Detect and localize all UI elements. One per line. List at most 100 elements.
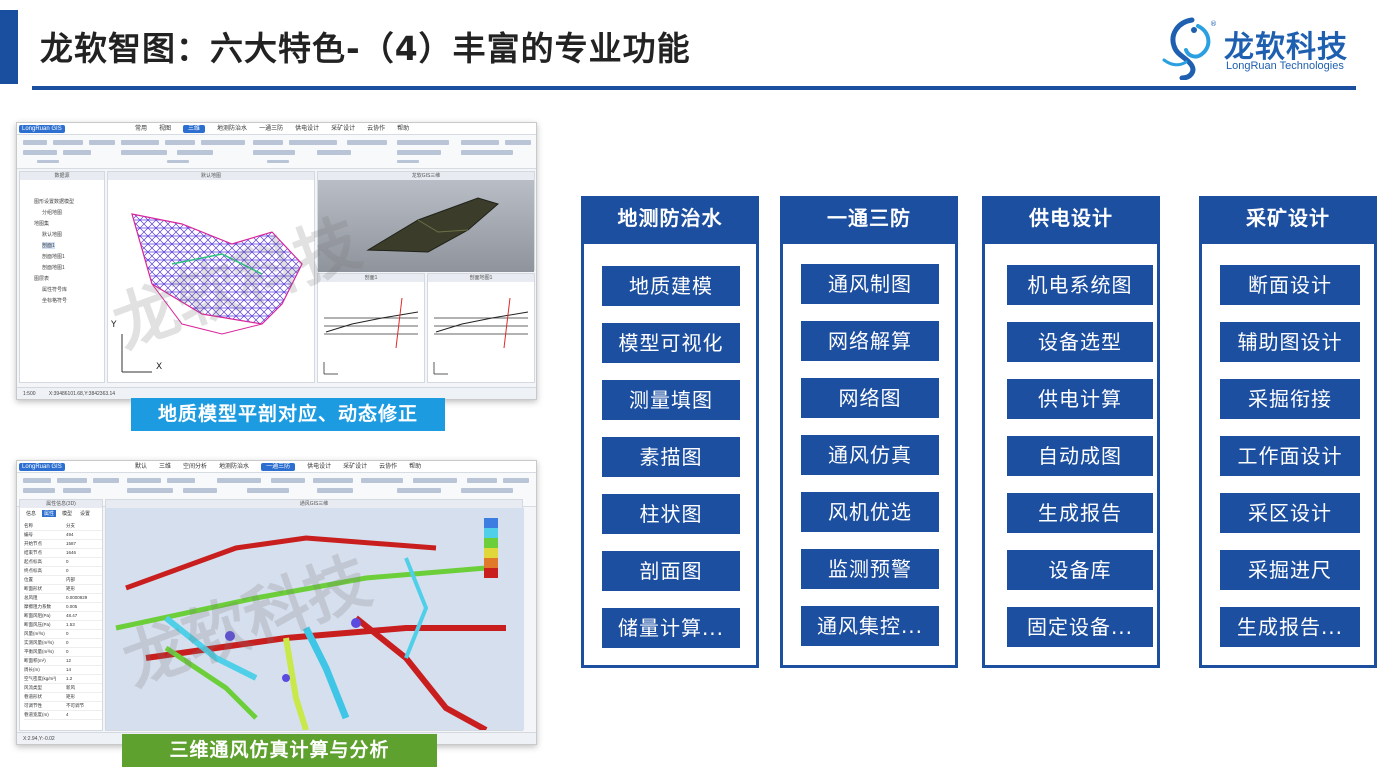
property-row: 巷道形状 矩形 — [24, 693, 102, 702]
property-row: 开始节点 1587 — [24, 540, 102, 549]
property-value[interactable]: 4 — [66, 711, 102, 719]
property-row: 平衡风量(m³/s) 0 — [24, 648, 102, 657]
menu-tab[interactable]: 供电设计 — [295, 125, 319, 133]
panel-title: 默认地图 — [108, 172, 314, 180]
property-value[interactable]: 48.47 — [66, 612, 102, 620]
feature-item: 生成报告... — [1220, 607, 1360, 647]
property-value[interactable]: 1646 — [66, 549, 102, 557]
menu-tab[interactable]: 云协作 — [379, 463, 397, 471]
property-value[interactable]: 1587 — [66, 540, 102, 548]
tree-item[interactable]: 图形设置数据模型 — [34, 198, 74, 205]
property-value[interactable]: 新风 — [66, 684, 102, 692]
tree-item[interactable]: 地图集 — [34, 220, 49, 227]
property-value[interactable]: 0.0000929 — [66, 594, 102, 602]
property-value[interactable]: 0 — [66, 558, 102, 566]
property-value[interactable]: 494 — [66, 531, 102, 539]
axis-y-label: Y — [111, 320, 117, 330]
menu-tab[interactable]: 地测防治水 — [219, 463, 249, 471]
property-tab[interactable]: 模型 — [60, 510, 74, 517]
property-row: 断面形状 矩形 — [24, 585, 102, 594]
property-value[interactable]: 0 — [66, 639, 102, 647]
feature-item: 断面设计 — [1220, 265, 1360, 305]
property-row: 编号 494 — [24, 531, 102, 540]
property-tab[interactable]: 设置 — [78, 510, 92, 517]
property-value[interactable]: 0 — [66, 648, 102, 656]
menu-tab[interactable]: 地测防治水 — [217, 125, 247, 133]
column-title: 一通三防 — [780, 196, 958, 244]
geology-mesh-map — [121, 213, 303, 373]
menu-tab[interactable]: 默认 — [135, 463, 147, 471]
property-row: 空气密度(kg/m³) 1.2 — [24, 675, 102, 684]
property-value[interactable]: 0 — [66, 630, 102, 638]
property-key: 空气密度(kg/m³) — [24, 676, 57, 681]
property-value[interactable]: 1.53 — [66, 621, 102, 629]
feature-item: 通风仿真 — [801, 435, 939, 475]
property-row: 周长(m) 14 — [24, 666, 102, 675]
property-row: 断面风压(Pa) 1.53 — [24, 621, 102, 630]
app-titlebar: LongRuan GIS 默认 三维 空间分析 地测防治水 一通三防 供电设计 采矿设计 云协… — [17, 461, 536, 473]
data-source-panel: 数据源 图形设置数据模型 分组地图 地图集 默认地图 剖面1 剖面地图1 剖面地图1 图层表属… — [19, 171, 105, 383]
menu-tab[interactable]: 三维 — [183, 125, 206, 133]
property-table: 名称 分支 编号 494 开始节点 1587 结束节点 1646 起点标高 0 终点标高 0 位置 内部断… — [24, 522, 102, 720]
tree-item[interactable]: 分组地图 — [42, 209, 62, 216]
property-value[interactable]: 12 — [66, 657, 102, 665]
panel-title: 属性信息(3D) — [20, 500, 102, 508]
section-panel-1: 剖面1 — [317, 273, 425, 383]
menu-tab[interactable]: 帮助 — [409, 463, 421, 471]
feature-item: 柱状图 — [602, 494, 740, 534]
property-value[interactable]: 不可调节 — [66, 702, 102, 710]
tunnel-network-3d — [106, 508, 524, 730]
property-key: 断面形状 — [24, 586, 42, 591]
tree-item[interactable]: 图层表 — [34, 275, 49, 282]
feature-item: 地质建模 — [602, 266, 740, 306]
app-badge: LongRuan GIS — [19, 125, 65, 133]
property-value[interactable]: 14 — [66, 666, 102, 674]
feature-item: 设备选型 — [1007, 322, 1153, 362]
property-tab[interactable]: 属性 — [42, 510, 57, 517]
tree-item[interactable]: 剖面1 — [42, 242, 55, 249]
app-menu: 常用 视图 三维 地测防治水 一通三防 供电设计 采矿设计 云协作 帮助 — [135, 125, 421, 133]
tree-item[interactable]: 剖面地图1 — [42, 264, 65, 271]
property-row: 名称 分支 — [24, 522, 102, 531]
tree-item[interactable]: 属性符号库 — [42, 286, 67, 293]
menu-tab[interactable]: 视图 — [159, 125, 171, 133]
menu-tab[interactable]: 采矿设计 — [343, 463, 367, 471]
property-row: 断面风阻(Pa) 48.47 — [24, 612, 102, 621]
column-title: 采矿设计 — [1199, 196, 1377, 244]
property-value[interactable]: 0 — [66, 567, 102, 575]
column-geology-water: 地测防治水 地质建模 模型可视化 测量填图 素描图 柱状图 剖面图 储量计算..… — [581, 196, 759, 668]
section-chart-2 — [433, 297, 529, 375]
tree-item[interactable]: 默认地图 — [42, 231, 62, 238]
tree-item[interactable]: 剖面地图1 — [42, 253, 65, 260]
terrain-3d-model — [366, 197, 500, 253]
app-badge: LongRuan GIS — [19, 463, 65, 471]
property-key: 巷道宽度(m) — [24, 712, 49, 717]
menu-tab[interactable]: 采矿设计 — [331, 125, 355, 133]
property-value[interactable]: 0.005 — [66, 603, 102, 611]
property-value[interactable]: 分支 — [66, 522, 102, 530]
property-row: 风流类型 新风 — [24, 684, 102, 693]
property-value[interactable]: 1.2 — [66, 675, 102, 683]
property-value[interactable]: 矩形 — [66, 585, 102, 593]
property-key: 编号 — [24, 532, 33, 537]
property-row: 位置 内部 — [24, 576, 102, 585]
property-tab[interactable]: 信息 — [24, 510, 38, 517]
menu-tab[interactable]: 供电设计 — [307, 463, 331, 471]
menu-tab[interactable]: 云协作 — [367, 125, 385, 133]
menu-tab[interactable]: 三维 — [159, 463, 171, 471]
menu-tab[interactable]: 一通三防 — [259, 125, 283, 133]
tree-item[interactable]: 坐标格符号 — [42, 297, 67, 304]
property-row: 巷道宽度(m) 4 — [24, 711, 102, 720]
property-key: 巷道形状 — [24, 694, 42, 699]
column-mining-design: 采矿设计 断面设计 辅助图设计 采掘衔接 工作面设计 采区设计 采掘进尺 生成报… — [1199, 196, 1377, 668]
menu-tab[interactable]: 一通三防 — [261, 463, 296, 471]
column-title: 地测防治水 — [581, 196, 759, 244]
menu-tab[interactable]: 常用 — [135, 125, 147, 133]
menu-tab[interactable]: 帮助 — [397, 125, 409, 133]
property-value[interactable]: 矩形 — [66, 693, 102, 701]
menu-tab[interactable]: 空间分析 — [183, 463, 207, 471]
title-accent-bar — [0, 10, 18, 84]
panel-title: 通风GIS三维 — [106, 500, 522, 508]
caption-ventilation: 三维通风仿真计算与分析 — [122, 734, 437, 767]
property-value[interactable]: 内部 — [66, 576, 102, 584]
